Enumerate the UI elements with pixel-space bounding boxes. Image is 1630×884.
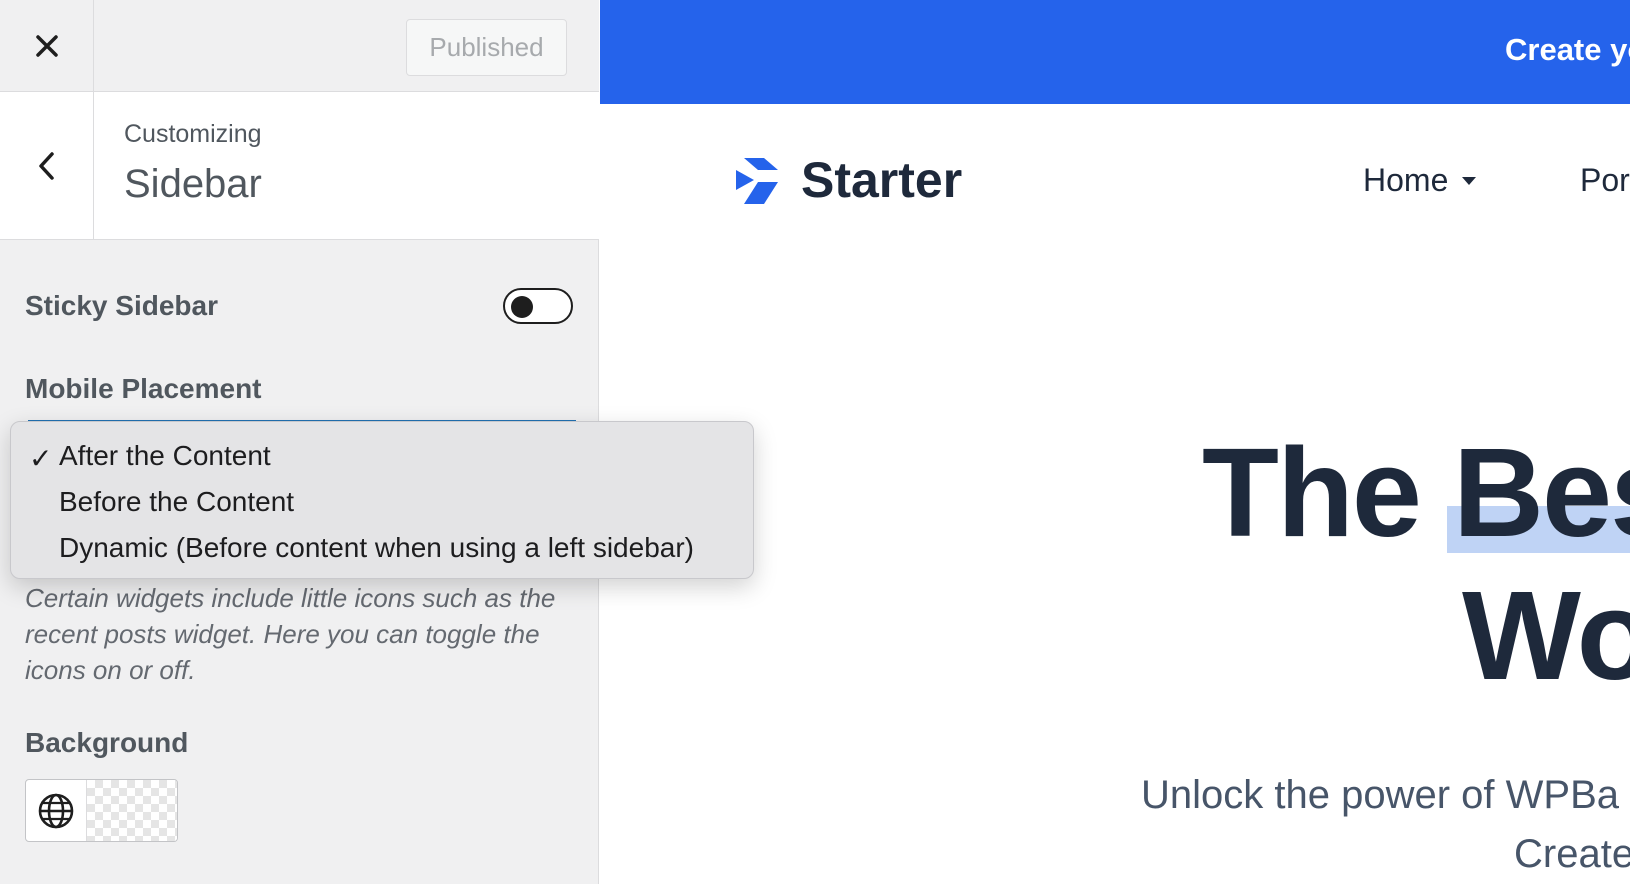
close-customizer-button[interactable]: [0, 0, 94, 91]
starter-logo-icon: [736, 158, 778, 204]
hero-heading-line-1: The Bes: [1202, 422, 1630, 563]
menu-option-dynamic[interactable]: Dynamic (Before content when using a lef…: [59, 532, 694, 564]
hero-subheading-line-2: Create: [1514, 832, 1630, 876]
hero-heading-line-2: Wo: [1462, 565, 1630, 706]
background-color-picker[interactable]: [25, 779, 178, 842]
caret-down-icon: [1462, 176, 1477, 185]
toggle-knob: [511, 296, 533, 318]
global-colors-button[interactable]: [26, 780, 87, 841]
site-brand-name[interactable]: Starter: [801, 151, 962, 209]
nav-item-por[interactable]: Por: [1580, 162, 1630, 199]
menu-option-before-content[interactable]: Before the Content: [59, 486, 294, 518]
globe-icon: [38, 793, 74, 828]
top-banner: Create yo: [600, 0, 1630, 104]
hero-subheading-line-1: Unlock the power of WPBa: [1141, 773, 1619, 817]
section-header: Customizing Sidebar: [0, 92, 599, 240]
breadcrumb: Customizing: [124, 120, 262, 148]
close-icon: [35, 34, 58, 57]
menu-option-after-content[interactable]: After the Content: [59, 440, 271, 472]
banner-text[interactable]: Create yo: [1505, 32, 1630, 68]
site-preview: Create yo Starter Home Por The Bes Wo Un…: [600, 0, 1630, 884]
section-title: Sidebar: [124, 162, 262, 206]
transparent-color-swatch[interactable]: [87, 780, 177, 841]
nav-item-home[interactable]: Home: [1363, 162, 1477, 199]
chevron-left-icon: [38, 151, 54, 180]
background-label: Background: [25, 727, 189, 758]
checkmark-icon: ✓: [29, 442, 53, 475]
nav-item-home-label: Home: [1363, 162, 1449, 198]
widget-icons-description: Certain widgets include little icons suc…: [25, 583, 556, 685]
mobile-placement-dropdown-menu: ✓ After the Content Before the Content D…: [10, 421, 754, 579]
customizer-header: Published: [0, 0, 599, 92]
sticky-sidebar-toggle[interactable]: [503, 288, 573, 324]
sticky-sidebar-label: Sticky Sidebar: [25, 290, 218, 321]
back-button[interactable]: [0, 92, 94, 239]
mobile-placement-label: Mobile Placement: [25, 373, 262, 404]
published-button[interactable]: Published: [406, 19, 567, 76]
